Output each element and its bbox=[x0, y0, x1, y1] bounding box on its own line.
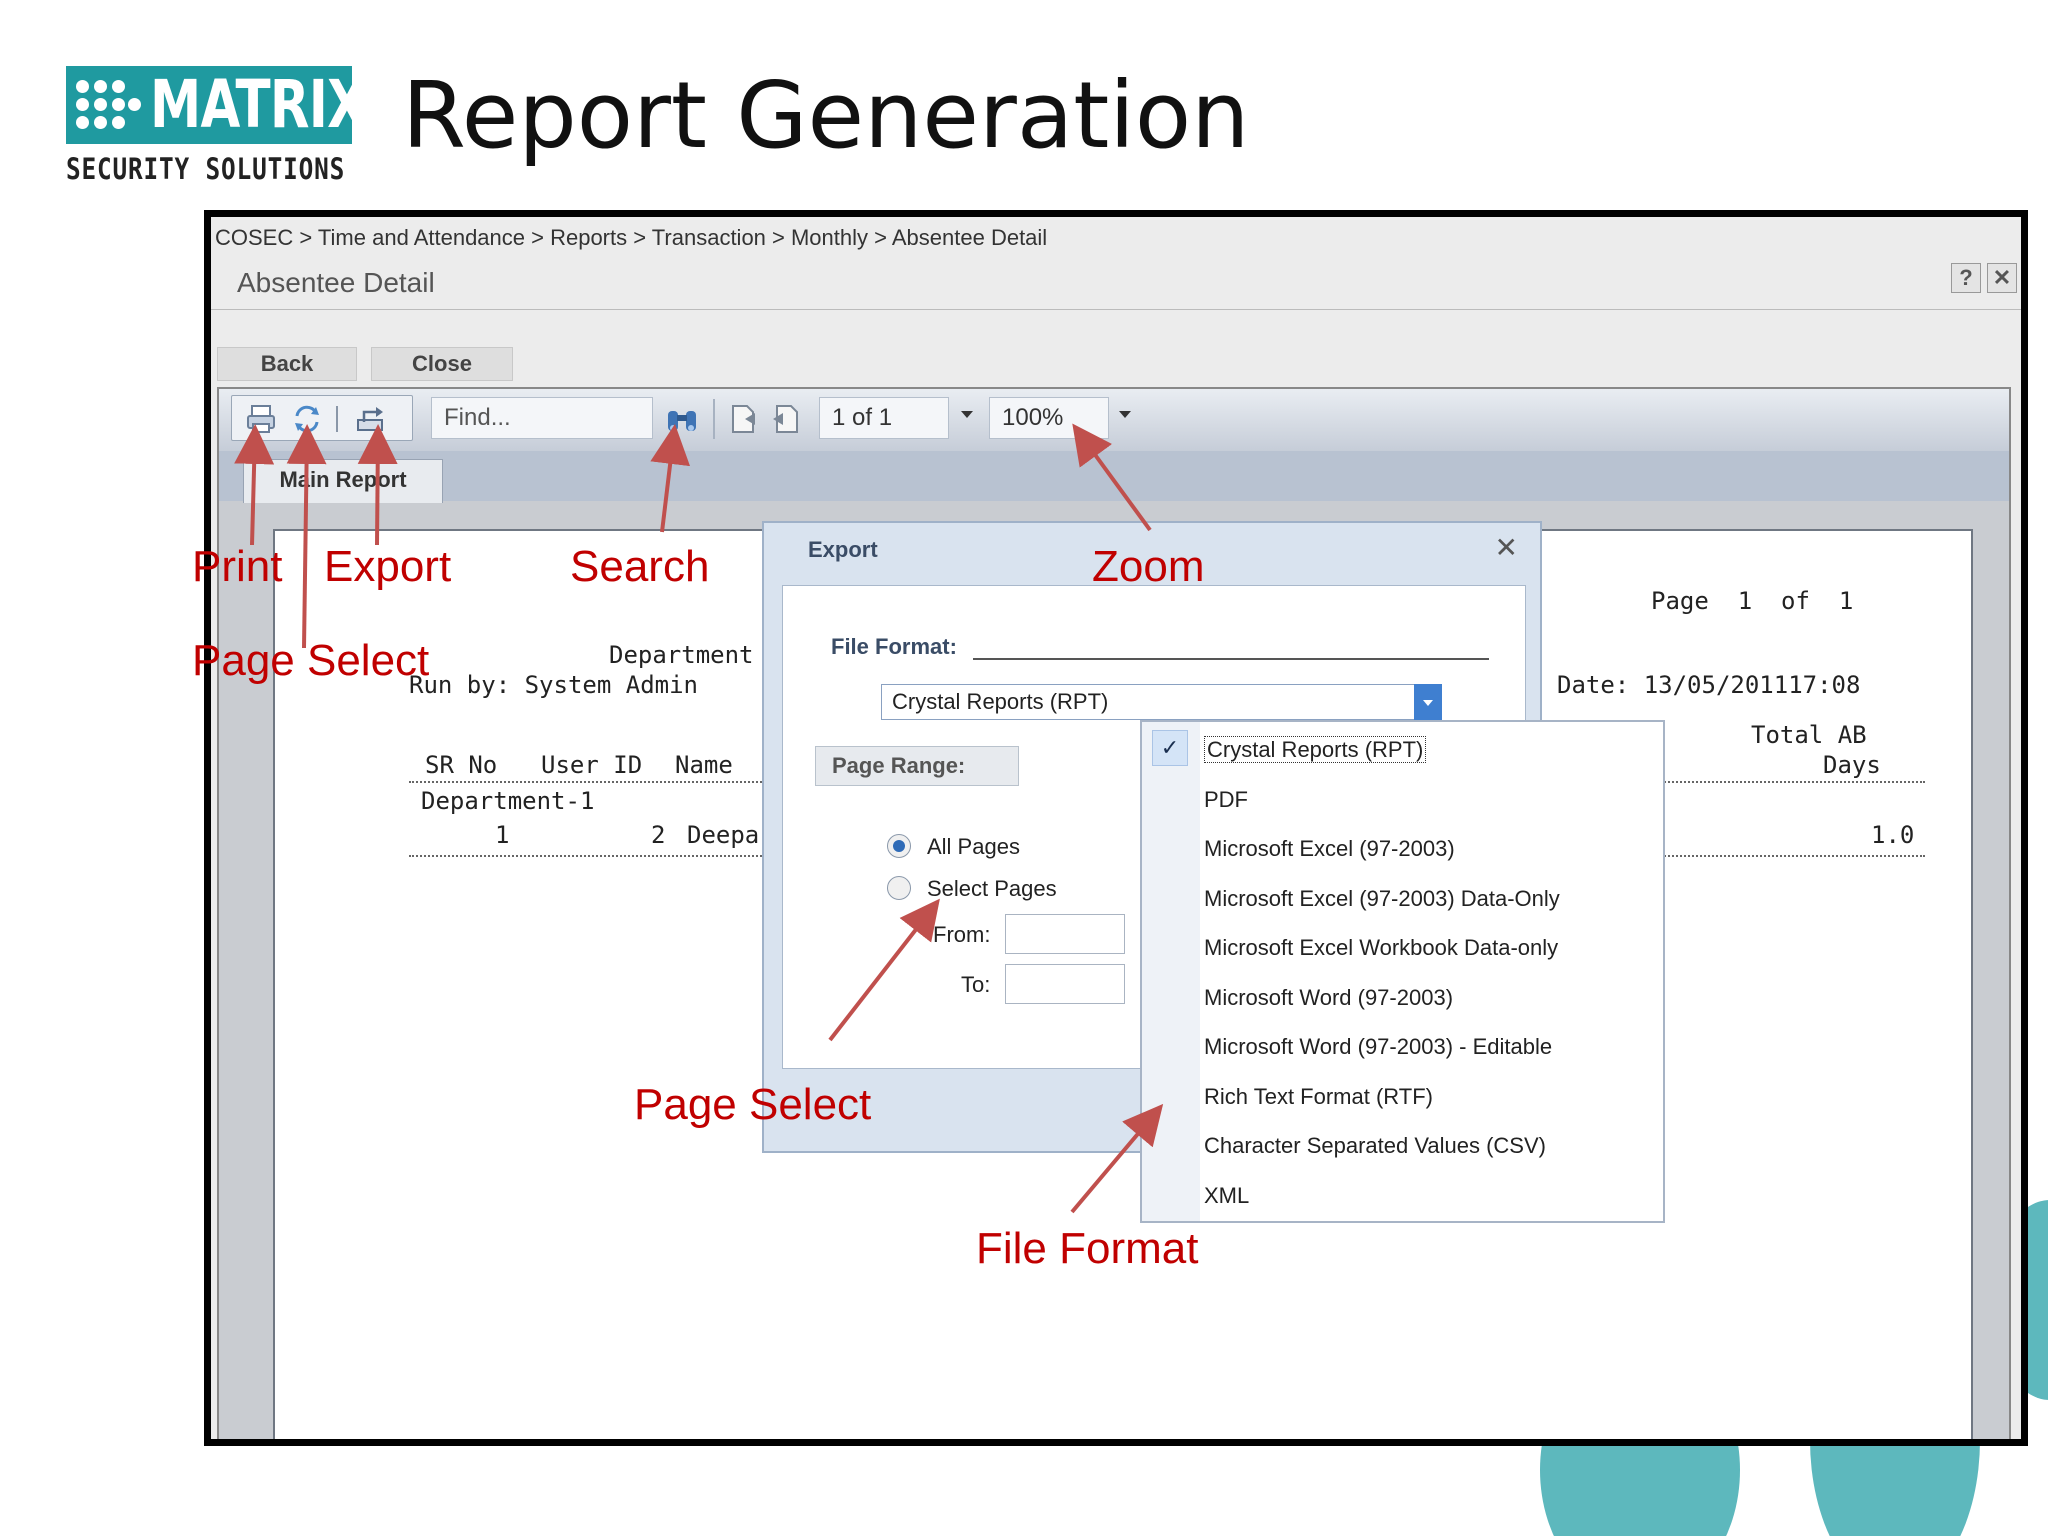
checkmark-icon: ✓ bbox=[1152, 730, 1188, 766]
binoculars-search-icon[interactable] bbox=[665, 403, 699, 437]
toolbar-separator bbox=[336, 406, 338, 432]
chevron-down-icon[interactable] bbox=[1414, 684, 1442, 720]
format-option[interactable]: Microsoft Word (97-2003) - Editable bbox=[1204, 1027, 1552, 1067]
format-option[interactable]: PDF bbox=[1204, 780, 1248, 820]
column-user-id: User ID bbox=[541, 751, 643, 779]
column-sr-no: SR No bbox=[425, 751, 498, 779]
page-select-icon[interactable] bbox=[292, 404, 322, 434]
annotation-search: Search bbox=[570, 542, 710, 591]
file-format-dropdown: ✓ Crystal Reports (RPT) PDF Microsoft Ex… bbox=[1140, 720, 1665, 1223]
to-page-input[interactable] bbox=[1005, 964, 1125, 1004]
logo-box: MATRIX bbox=[66, 66, 367, 144]
page-dropdown-caret[interactable] bbox=[961, 411, 973, 418]
slide-title: Report Generation bbox=[402, 62, 1250, 169]
logo-dots bbox=[74, 76, 144, 134]
title-divider bbox=[211, 309, 2021, 310]
department-header: Department bbox=[609, 641, 754, 669]
all-pages-label: All Pages bbox=[927, 834, 1020, 859]
close-button[interactable]: Close bbox=[371, 347, 513, 381]
close-icon[interactable]: ✕ bbox=[1495, 531, 1518, 564]
window-close-button[interactable]: ✕ bbox=[1987, 263, 2017, 293]
from-page-input[interactable] bbox=[1005, 914, 1125, 954]
all-pages-radio[interactable] bbox=[887, 834, 911, 858]
toolbar-separator bbox=[713, 399, 715, 439]
row-sr-no: 1 bbox=[495, 821, 510, 849]
format-option[interactable]: Character Separated Values (CSV) bbox=[1204, 1126, 1546, 1166]
column-total-ab: Total AB bbox=[1751, 721, 1867, 749]
to-label: To: bbox=[961, 972, 991, 997]
row-name: Deepak bbox=[687, 821, 774, 849]
column-days: Days bbox=[1823, 751, 1881, 779]
report-tabbar: Main Report bbox=[219, 451, 2009, 503]
page-range-label: Page Range: bbox=[815, 746, 1019, 786]
export-dialog-title: Export bbox=[808, 537, 878, 562]
row-user-id: 2 bbox=[651, 821, 666, 849]
header-rule bbox=[1645, 781, 1925, 783]
prev-page-icon[interactable] bbox=[769, 403, 801, 435]
logo-word: MATRIX bbox=[150, 66, 367, 143]
page-info: Page 1 of 1 bbox=[1651, 587, 1854, 615]
annotation-page-select-dialog: Page Select bbox=[634, 1080, 872, 1129]
annotation-page-select: Page Select bbox=[192, 636, 430, 685]
page-number-input[interactable]: 1 of 1 bbox=[819, 397, 949, 439]
print-icon[interactable] bbox=[246, 404, 276, 434]
header-rule bbox=[409, 781, 769, 783]
first-page-icon[interactable] bbox=[727, 403, 759, 435]
file-format-select[interactable]: Crystal Reports (RPT) bbox=[881, 684, 1442, 720]
back-button[interactable]: Back bbox=[217, 347, 357, 381]
file-format-divider bbox=[973, 658, 1489, 660]
format-option[interactable]: Rich Text Format (RTF) bbox=[1204, 1077, 1433, 1117]
logo-subtitle: SECURITY SOLUTIONS bbox=[66, 152, 346, 186]
format-option[interactable]: Microsoft Excel Workbook Data-only bbox=[1204, 928, 1558, 968]
run-by: Run by: System Admin bbox=[409, 671, 698, 699]
help-button[interactable]: ? bbox=[1951, 263, 1981, 293]
annotation-zoom: Zoom bbox=[1092, 542, 1205, 591]
annotation-export: Export bbox=[324, 542, 452, 591]
row-rule bbox=[1645, 855, 1925, 857]
export-icon[interactable] bbox=[356, 404, 386, 434]
column-name: Name bbox=[675, 751, 733, 779]
matrix-logo: MATRIX SECURITY SOLUTIONS bbox=[66, 66, 367, 186]
row-total: 1.0 bbox=[1871, 821, 1915, 849]
toolbar-group-actions bbox=[231, 395, 413, 441]
select-pages-radio[interactable] bbox=[887, 876, 911, 900]
annotation-print: Print bbox=[192, 542, 283, 591]
annotation-file-format: File Format bbox=[976, 1224, 1199, 1273]
format-option[interactable]: Microsoft Excel (97-2003) bbox=[1204, 829, 1455, 869]
format-option[interactable]: Microsoft Word (97-2003) bbox=[1204, 978, 1453, 1018]
file-format-label: File Format: bbox=[831, 634, 957, 659]
select-pages-label: Select Pages bbox=[927, 876, 1057, 901]
zoom-input[interactable]: 100% bbox=[989, 397, 1109, 439]
breadcrumb[interactable]: COSEC > Time and Attendance > Reports > … bbox=[215, 225, 1047, 251]
dropdown-gutter bbox=[1142, 722, 1200, 1221]
file-format-selected: Crystal Reports (RPT) bbox=[892, 689, 1109, 714]
zoom-dropdown-caret[interactable] bbox=[1119, 411, 1131, 418]
tab-main-report[interactable]: Main Report bbox=[243, 459, 443, 503]
report-date: Date: 13/05/201117:08 bbox=[1557, 671, 1861, 699]
row-rule bbox=[409, 855, 769, 857]
format-option[interactable]: Crystal Reports (RPT) bbox=[1204, 730, 1427, 770]
find-input[interactable]: Find... bbox=[431, 397, 653, 439]
group-label: Department-1 bbox=[421, 787, 595, 815]
format-option[interactable]: Microsoft Excel (97-2003) Data-Only bbox=[1204, 879, 1560, 919]
window-title: Absentee Detail bbox=[237, 267, 435, 298]
viewer-toolbar: Find... 1 of 1 100% bbox=[219, 389, 2009, 451]
format-option[interactable]: XML bbox=[1204, 1176, 1249, 1216]
from-label: From: bbox=[933, 922, 991, 947]
